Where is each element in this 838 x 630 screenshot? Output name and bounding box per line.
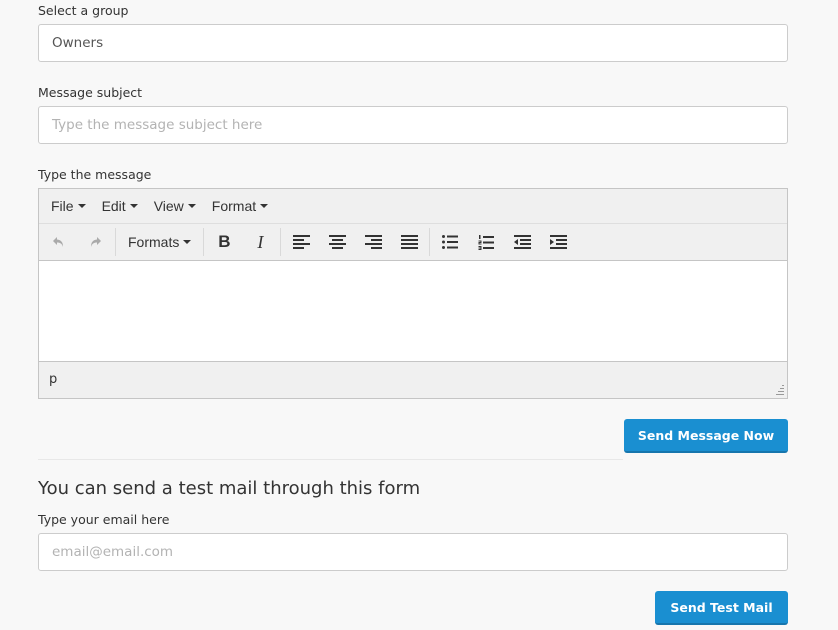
send-message-button[interactable]: Send Message Now [624, 419, 788, 453]
outdent-icon [513, 235, 531, 249]
email-label: Type your email here [38, 512, 170, 527]
undo-icon [53, 237, 63, 247]
align-left-button[interactable] [283, 227, 319, 257]
align-right-button[interactable] [355, 227, 391, 257]
align-center-icon [328, 235, 346, 249]
align-justify-icon [400, 235, 418, 249]
subject-input[interactable]: Type the message subject here [38, 106, 788, 144]
align-left-icon [292, 235, 310, 249]
indent-button[interactable] [540, 227, 576, 257]
caret-down-icon [129, 204, 138, 208]
menu-format[interactable]: Format [204, 198, 276, 214]
caret-down-icon [183, 240, 192, 244]
editor-content-area[interactable] [39, 261, 787, 361]
bullet-list-icon [442, 235, 459, 249]
redo-icon [91, 237, 101, 247]
menu-edit[interactable]: Edit [94, 198, 146, 214]
menu-view-label: View [153, 198, 184, 214]
align-center-button[interactable] [319, 227, 355, 257]
numbered-list-button[interactable] [468, 227, 504, 257]
menu-view[interactable]: View [146, 198, 204, 214]
subject-label: Message subject [38, 85, 143, 100]
editor-menubar: File Edit View Format [39, 189, 787, 224]
editor-statusbar: p [39, 361, 787, 398]
editor-toolbar: Formats B I [39, 224, 787, 261]
test-mail-heading: You can send a test mail through this fo… [38, 478, 421, 499]
toolbar-separator [115, 228, 116, 256]
toolbar-separator [203, 228, 205, 256]
italic-button[interactable]: I [242, 227, 278, 257]
formats-label: Formats [128, 234, 180, 250]
menu-file[interactable]: File [43, 198, 94, 214]
caret-down-icon [77, 204, 86, 208]
toolbar-separator [429, 228, 431, 256]
bullet-list-button[interactable] [432, 227, 468, 257]
formats-dropdown[interactable]: Formats [118, 227, 201, 257]
group-label: Select a group [38, 3, 129, 18]
caret-down-icon [260, 204, 269, 208]
align-right-icon [364, 235, 382, 249]
bold-button[interactable]: B [206, 227, 242, 257]
menu-format-label: Format [211, 198, 257, 214]
element-path[interactable]: p [49, 372, 57, 387]
send-test-mail-button[interactable]: Send Test Mail [655, 591, 788, 625]
align-justify-button[interactable] [391, 227, 427, 257]
rich-text-editor: File Edit View Format Formats B I p [38, 188, 788, 399]
email-input[interactable]: email@email.com [38, 533, 788, 571]
group-select[interactable]: Owners [38, 24, 788, 62]
menu-edit-label: Edit [101, 198, 126, 214]
menu-file-label: File [51, 198, 74, 214]
caret-down-icon [187, 204, 196, 208]
message-label: Type the message [38, 167, 152, 182]
outdent-button[interactable] [504, 227, 540, 257]
undo-button[interactable] [41, 227, 77, 257]
resize-handle-icon[interactable] [774, 385, 784, 395]
toolbar-separator [280, 228, 282, 256]
section-divider [38, 459, 623, 460]
numbered-list-icon [478, 234, 495, 250]
redo-button[interactable] [77, 227, 113, 257]
italic-icon: I [257, 231, 264, 252]
indent-icon [549, 235, 567, 249]
bold-icon: B [218, 232, 231, 251]
